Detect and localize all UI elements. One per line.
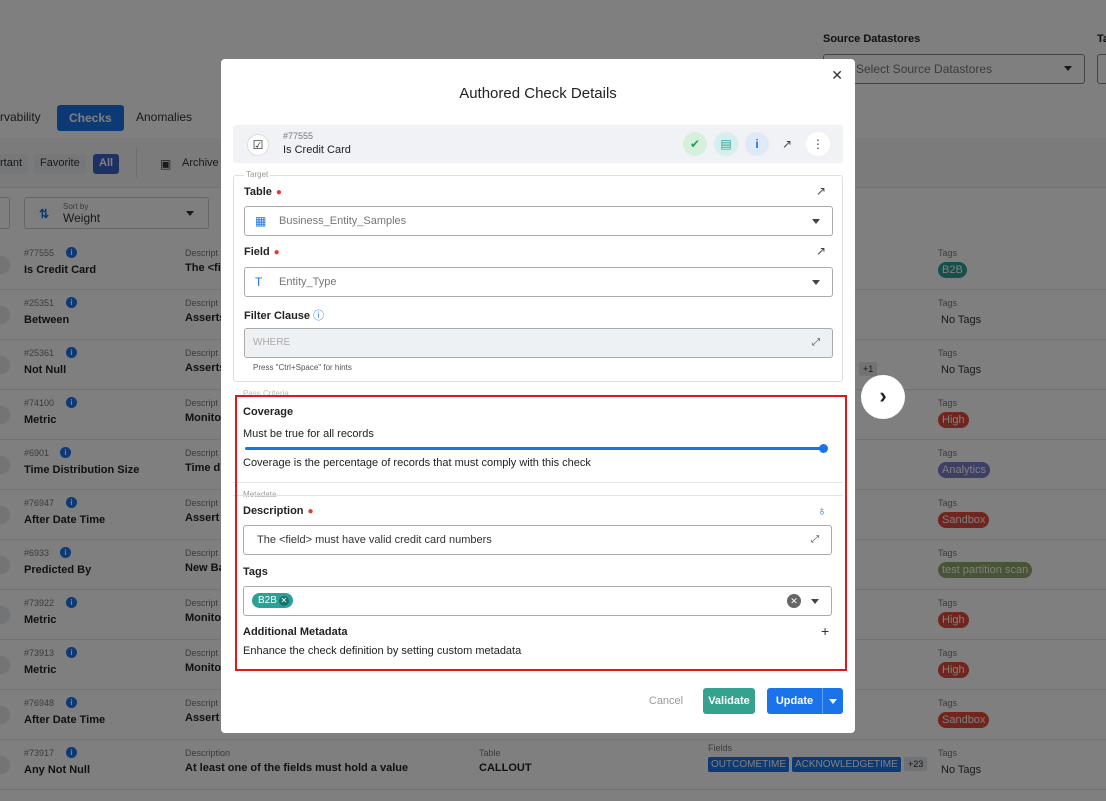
target-legend: Target (244, 170, 271, 179)
text-type-icon: T (255, 275, 263, 289)
active-status-icon[interactable]: ✔ (683, 132, 707, 156)
highlight-box (235, 395, 847, 671)
expand-icon[interactable]: ⤢ (812, 337, 820, 348)
chevron-down-icon (812, 219, 820, 224)
filter-clause-label-text: Filter Clause (244, 310, 311, 322)
filter-hint: Press "Ctrl+Space" for hints (253, 363, 352, 372)
field-select[interactable]: T Entity_Type (244, 267, 833, 297)
close-icon[interactable]: ✕ (831, 67, 843, 84)
check-id: #77555 (283, 131, 314, 141)
table-label: Table ● (244, 186, 282, 198)
check-name: Is Credit Card (283, 144, 351, 156)
cancel-button[interactable]: Cancel (646, 688, 686, 714)
table-icon: ▦ (255, 214, 267, 228)
open-external-icon[interactable]: ↗ (775, 132, 799, 156)
filter-clause-input[interactable]: WHERE ⤢ (244, 328, 833, 358)
more-options-icon[interactable]: ⋮ (806, 132, 830, 156)
modal-title: Authored Check Details (459, 85, 617, 102)
field-label: Field ● (244, 246, 280, 258)
update-options-button[interactable] (822, 688, 843, 714)
open-field-icon[interactable]: ↗ (816, 244, 826, 258)
check-header: ☑ #77555 Is Credit Card ✔ ▤ i ↗ ⋮ (233, 125, 843, 163)
filter-clause-label: Filter Clause ⓘ (244, 307, 324, 323)
check-type-icon: ☑ (247, 134, 269, 156)
update-button[interactable]: Update (767, 688, 822, 714)
clipboard-check-icon[interactable]: ▤ (714, 132, 738, 156)
field-value: Entity_Type (279, 276, 337, 288)
info-icon[interactable]: i (745, 132, 769, 156)
open-table-icon[interactable]: ↗ (816, 184, 826, 198)
filter-clause-placeholder: WHERE (253, 337, 291, 348)
table-value: Business_Entity_Samples (279, 215, 407, 227)
chevron-down-icon (829, 699, 837, 704)
chevron-down-icon (812, 280, 820, 285)
validate-button[interactable]: Validate (703, 688, 755, 714)
field-label-text: Field (244, 246, 270, 258)
check-details-modal: Authored Check Details ✕ ☑ #77555 Is Cre… (221, 59, 855, 733)
info-icon[interactable]: ⓘ (313, 310, 324, 322)
table-label-text: Table (244, 186, 272, 198)
next-check-button[interactable]: › (861, 375, 905, 419)
target-section: Target Table ● ↗ ▦ Business_Entity_Sample… (233, 170, 843, 382)
table-select[interactable]: ▦ Business_Entity_Samples (244, 206, 833, 236)
